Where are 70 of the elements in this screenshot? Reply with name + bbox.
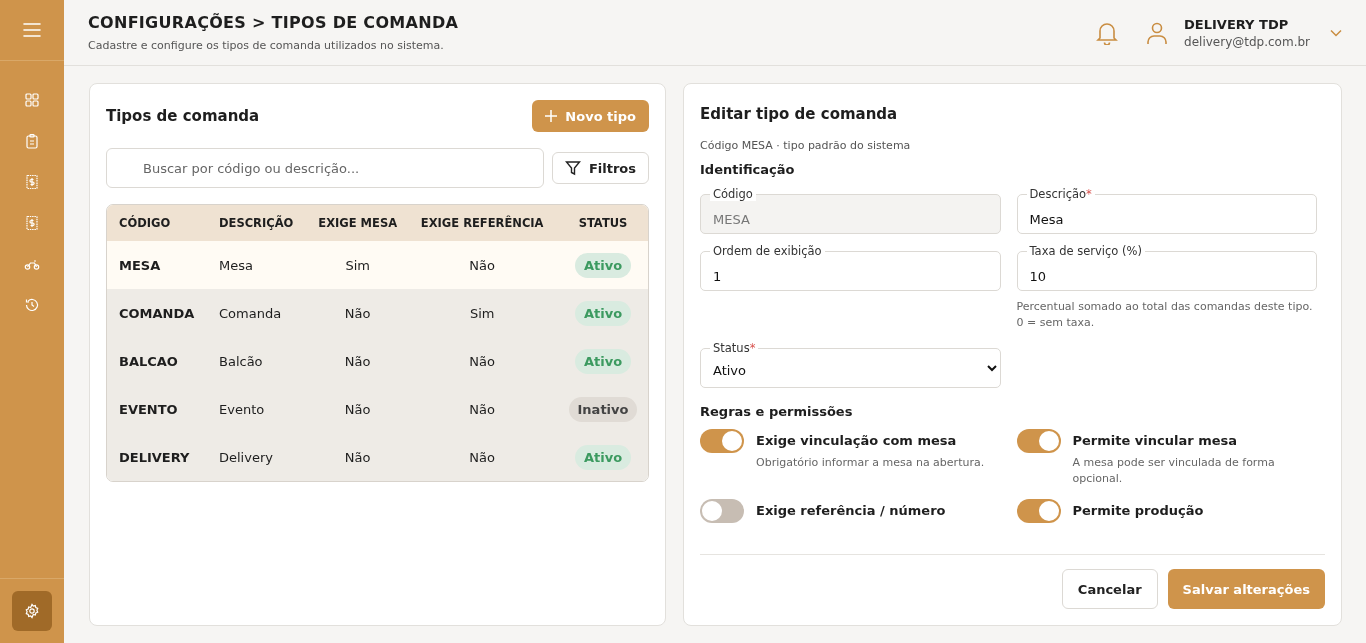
status-badge: Inativo bbox=[568, 396, 638, 422]
user-name: DELIVERY TDP bbox=[1184, 16, 1290, 32]
toggle-switch[interactable] bbox=[700, 428, 744, 453]
table-cell: Não bbox=[344, 305, 371, 321]
table-cell: Mesa bbox=[219, 257, 253, 273]
cancel-button[interactable]: Cancelar bbox=[1061, 569, 1158, 609]
toggle-switch[interactable] bbox=[700, 498, 744, 523]
table-cell: Comanda bbox=[219, 305, 282, 321]
page-title: CONFIGURAÇÕES > TIPOS DE COMANDA bbox=[88, 13, 460, 32]
toggle-hint: Obrigatório informar a mesa na abertura. bbox=[756, 454, 985, 471]
table-cell: Sim bbox=[345, 257, 370, 273]
status-badge: Ativo bbox=[574, 252, 632, 278]
toggle-label: Exige vinculação com mesa bbox=[756, 432, 958, 448]
toggle-switch[interactable] bbox=[1016, 498, 1061, 523]
toggle-label: Exige referência / número bbox=[756, 502, 946, 518]
status-badge: Ativo bbox=[574, 300, 632, 326]
table-row[interactable]: BALCAO Balcão Não Não Ativo bbox=[107, 337, 648, 385]
table-row[interactable]: MESA Mesa Sim Não Ativo bbox=[107, 241, 648, 289]
status-badge: Ativo bbox=[574, 348, 632, 374]
column-header: CÓDIGO bbox=[107, 205, 219, 241]
field-label: Código bbox=[710, 187, 756, 201]
filter-button[interactable]: Filtros bbox=[551, 152, 649, 184]
table-cell: MESA bbox=[119, 257, 161, 273]
table-cell: COMANDA bbox=[119, 305, 195, 321]
table-cell: Delivery bbox=[219, 449, 273, 465]
panel-title: Editar tipo de comanda bbox=[700, 105, 899, 123]
table-cell: Sim bbox=[469, 305, 495, 321]
column-header: STATUS bbox=[558, 205, 648, 241]
field-label: Ordem de exibição bbox=[710, 244, 825, 258]
filter-icon bbox=[564, 160, 581, 176]
field-label: Taxa de serviço (%) bbox=[1026, 244, 1145, 258]
table-cell: Não bbox=[469, 401, 495, 417]
table-row[interactable]: DELIVERY Delivery Não Não Ativo bbox=[107, 433, 648, 481]
table-cell: BALCAO bbox=[119, 353, 178, 369]
toggle-switch[interactable] bbox=[1016, 428, 1061, 453]
page-subtitle: Cadastre e configure os tipos de comanda utilizados no sistema. bbox=[88, 39, 445, 52]
table-cell: DELIVERY bbox=[119, 449, 190, 465]
plus-icon bbox=[545, 110, 558, 122]
table-cell: Não bbox=[469, 449, 495, 465]
table-cell: Não bbox=[344, 353, 371, 369]
toggle-hint: A mesa pode ser vinculada de forma opcional. bbox=[1072, 454, 1276, 487]
menu-icon[interactable] bbox=[23, 23, 41, 37]
table-row[interactable]: EVENTO Evento Não Não Inativo bbox=[107, 385, 648, 433]
table-cell: Não bbox=[344, 401, 371, 417]
panel-title: Tipos de comanda bbox=[106, 107, 260, 125]
settings-icon[interactable] bbox=[12, 591, 52, 631]
column-header: DESCRIÇÃO bbox=[219, 205, 309, 241]
toggle-label: Permite vincular mesa bbox=[1072, 432, 1238, 448]
field-label: Status* bbox=[710, 340, 759, 355]
toggle-label: Permite produção bbox=[1072, 502, 1204, 518]
section-title: Regras e permissões bbox=[700, 403, 854, 419]
panel-subtitle: Código MESA · tipo padrão do sistema bbox=[700, 139, 912, 152]
table-cell: Não bbox=[344, 449, 371, 465]
user-icon[interactable] bbox=[1146, 20, 1169, 45]
user-email: delivery@tdp.com.br bbox=[1184, 34, 1310, 49]
section-title: Identificação bbox=[700, 162, 796, 177]
table-cell: EVENTO bbox=[119, 401, 178, 417]
table-row[interactable]: COMANDA Comanda Não Sim Ativo bbox=[107, 289, 648, 337]
status-badge: Ativo bbox=[574, 444, 632, 470]
column-header: EXIGE REFERÊNCIA bbox=[406, 205, 558, 241]
table-cell: Não bbox=[469, 353, 495, 369]
table-cell: Balcão bbox=[219, 353, 263, 369]
notification-bell-icon[interactable] bbox=[1096, 20, 1119, 45]
field-label: Descrição* bbox=[1026, 187, 1095, 201]
search-field[interactable]: Buscar por código ou descrição... bbox=[106, 148, 544, 188]
column-header: EXIGE MESA bbox=[309, 205, 407, 241]
table-cell: Não bbox=[469, 257, 495, 273]
chevron-down-icon[interactable] bbox=[1330, 28, 1342, 37]
table-cell: Evento bbox=[219, 401, 265, 417]
field-hint: Percentual somado ao total das comandas deste tipo. 0 = sem taxa. bbox=[1016, 299, 1314, 331]
